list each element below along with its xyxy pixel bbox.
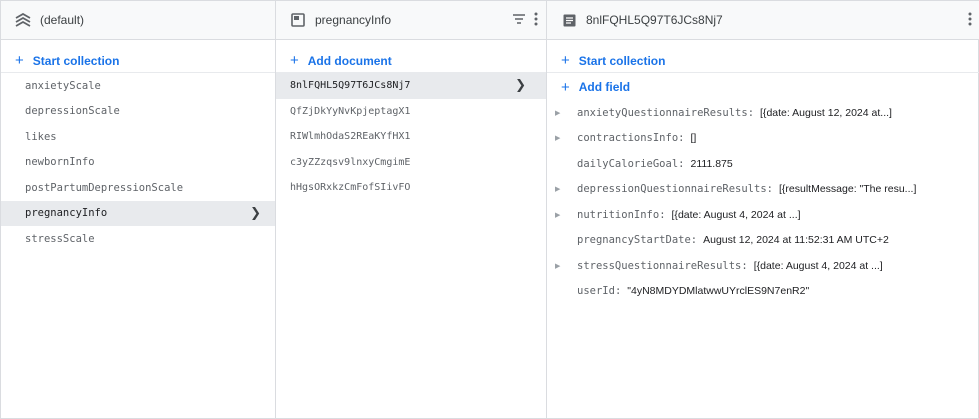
field-value: "4yN8MDYDMlatwwUYrclES9N7enR2" <box>627 285 810 298</box>
field-value: [] <box>690 132 697 145</box>
document-item-label: RIWlmhOdaS2REaKYfHX1 <box>290 131 411 143</box>
field-colon: : <box>766 183 773 196</box>
field-name: anxietyQuestionnaireResults <box>577 106 748 119</box>
field-name: contractionsInfo <box>577 132 679 145</box>
field-colon: : <box>659 208 666 221</box>
document-item-label: hHgsORxkzCmFofSIivFO <box>290 182 411 194</box>
database-name: (default) <box>40 13 85 27</box>
field-row[interactable]: ▶ depressionQuestionnaireResults: [{resu… <box>547 177 979 203</box>
collection-item[interactable]: depressionScale <box>1 99 275 125</box>
start-subcollection-label: Start collection <box>578 53 666 68</box>
chevron-right-icon: ❯ <box>515 78 526 94</box>
database-icon <box>15 12 31 28</box>
field-value: [{resultMessage: "The resu...] <box>778 183 917 196</box>
document-item[interactable]: hHgsORxkzCmFofSIivFO <box>276 175 546 201</box>
field-colon: : <box>614 285 622 298</box>
field-value: 2111.875 <box>690 157 733 170</box>
plus-icon: + <box>290 52 299 69</box>
field-list: ▶ anxietyQuestionnaireResults: [{date: A… <box>547 99 979 304</box>
collection-item[interactable]: newbornInfo <box>1 150 275 176</box>
document-item-label: QfZjDkYyNvKpjeptagX1 <box>290 105 411 117</box>
collection-item-label: stressScale <box>25 232 95 245</box>
plus-icon: + <box>561 78 570 96</box>
start-collection-button[interactable]: + Start collection <box>1 49 275 73</box>
collection-item[interactable]: likes <box>1 124 275 150</box>
plus-icon: + <box>15 52 24 69</box>
document-id: 8nlFQHL5Q97T6JCs8Nj7 <box>586 13 723 27</box>
chevron-right-icon: ❯ <box>250 205 261 221</box>
collection-item-label: postPartumDepressionScale <box>25 181 184 194</box>
collection-item[interactable]: anxietyScale <box>1 73 275 99</box>
field-name: depressionQuestionnaireResults <box>577 183 767 196</box>
field-name: pregnancyStartDate <box>577 234 691 247</box>
field-value: [{date: August 12, 2024 at...] <box>760 106 892 119</box>
document-item-label: 8nlFQHL5Q97T6JCs8Nj7 <box>290 80 411 92</box>
document-header-actions <box>968 1 972 40</box>
field-colon: : <box>678 157 685 170</box>
database-header: (default) <box>1 1 275 40</box>
field-row[interactable]: ▶ stressQuestionnaireResults: [{date: Au… <box>547 253 979 279</box>
field-colon: : <box>747 106 755 119</box>
document-list: 8nlFQHL5Q97T6JCs8Nj7 ❯ QfZjDkYyNvKpjepta… <box>276 73 546 201</box>
collection-item[interactable]: postPartumDepressionScale <box>1 175 275 201</box>
field-row[interactable]: ▶ nutritionInfo: [{date: August 4, 2024 … <box>547 202 979 228</box>
collection-icon <box>290 12 306 28</box>
collection-item-label: newbornInfo <box>25 156 95 169</box>
document-icon <box>561 12 577 28</box>
collection-header: pregnancyInfo <box>276 1 546 40</box>
collection-item-label: pregnancyInfo <box>25 207 108 220</box>
expand-triangle-icon[interactable]: ▶ <box>555 211 577 219</box>
plus-icon: + <box>561 52 570 69</box>
collections-column: (default) + Start collection anxietyScal… <box>1 1 276 419</box>
add-field-button[interactable]: + Add field <box>547 75 979 99</box>
add-field-label: Add field <box>578 80 631 94</box>
firestore-data-panel: (default) + Start collection anxietyScal… <box>0 0 979 419</box>
field-row[interactable]: ▶ contractionsInfo: [] <box>547 126 979 152</box>
field-value: August 12, 2024 at 11:52:31 AM UTC+2 <box>703 234 889 247</box>
field-row[interactable]: ▶ dailyCalorieGoal: 2111.875 <box>547 151 979 177</box>
collection-list: anxietyScale depressionScale likes newbo… <box>1 73 275 252</box>
field-row[interactable]: ▶ pregnancyStartDate: August 12, 2024 at… <box>547 228 979 254</box>
collection-item-label: likes <box>25 130 57 143</box>
expand-triangle-icon[interactable]: ▶ <box>555 109 577 117</box>
field-name: nutritionInfo <box>577 208 660 221</box>
field-row[interactable]: ▶ anxietyQuestionnaireResults: [{date: A… <box>547 100 979 126</box>
more-vert-icon[interactable] <box>534 12 538 29</box>
field-name: userId <box>577 285 615 298</box>
document-item-label: c3yZZzqsv9lnxyCmgimE <box>290 156 411 168</box>
field-row[interactable]: ▶ userId: "4yN8MDYDMlatwwUYrclES9N7enR2" <box>547 279 979 305</box>
expand-triangle-icon[interactable]: ▶ <box>555 185 577 193</box>
start-subcollection-button[interactable]: + Start collection <box>547 49 979 73</box>
more-vert-icon[interactable] <box>968 12 972 29</box>
document-item[interactable]: QfZjDkYyNvKpjeptagX1 <box>276 99 546 125</box>
collection-header-actions <box>512 1 538 40</box>
field-value: [{date: August 4, 2024 at ...] <box>753 259 883 272</box>
collection-item-label: depressionScale <box>25 105 120 118</box>
document-column: 8nlFQHL5Q97T6JCs8Nj7 + Start collection … <box>547 1 979 419</box>
document-header: 8nlFQHL5Q97T6JCs8Nj7 <box>547 1 979 40</box>
start-collection-label: Start collection <box>32 53 120 68</box>
filter-icon[interactable] <box>512 13 526 28</box>
document-item[interactable]: c3yZZzqsv9lnxyCmgimE <box>276 150 546 176</box>
collection-item-label: anxietyScale <box>25 79 101 92</box>
documents-column: pregnancyInfo + Add document 8nlFQHL5Q97… <box>276 1 547 419</box>
field-colon: : <box>741 259 748 272</box>
expand-triangle-icon[interactable]: ▶ <box>555 134 577 142</box>
field-name: stressQuestionnaireResults <box>577 259 742 272</box>
field-value: [{date: August 4, 2024 at ...] <box>671 208 801 221</box>
field-name: dailyCalorieGoal <box>577 157 679 170</box>
expand-triangle-icon[interactable]: ▶ <box>555 262 577 270</box>
document-item-selected[interactable]: 8nlFQHL5Q97T6JCs8Nj7 ❯ <box>276 73 546 99</box>
field-colon: : <box>678 132 685 145</box>
collection-name: pregnancyInfo <box>315 13 392 27</box>
field-colon: : <box>690 234 698 247</box>
document-item[interactable]: RIWlmhOdaS2REaKYfHX1 <box>276 124 546 150</box>
collection-item[interactable]: stressScale <box>1 226 275 252</box>
collection-item-selected[interactable]: pregnancyInfo ❯ <box>1 200 275 226</box>
add-document-button[interactable]: + Add document <box>276 49 546 73</box>
add-document-label: Add document <box>307 53 392 68</box>
